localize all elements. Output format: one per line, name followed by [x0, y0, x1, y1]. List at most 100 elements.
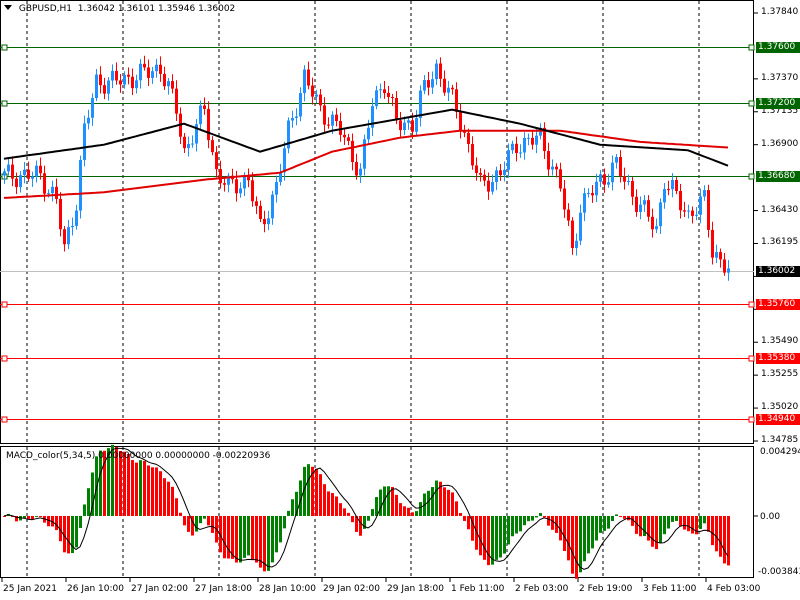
- macd-histogram-bar: [643, 515, 646, 537]
- bull-candle: [71, 225, 74, 228]
- macd-histogram-bar: [587, 515, 590, 554]
- bull-candle: [379, 89, 382, 91]
- bull-candle: [155, 64, 158, 72]
- bull-candle: [91, 98, 94, 118]
- level-handle-right: [748, 44, 755, 51]
- macd-histogram-bar: [427, 490, 430, 516]
- price-axis-label: 1.37840: [761, 7, 799, 17]
- bear-candle: [563, 188, 566, 210]
- bear-candle: [39, 165, 42, 174]
- macd-histogram-bar: [147, 465, 150, 516]
- level-handle-right: [748, 355, 755, 362]
- bull-candle: [283, 148, 286, 173]
- macd-histogram-bar: [719, 515, 722, 557]
- macd-histogram-bar: [451, 492, 454, 516]
- macd-histogram-bar: [271, 515, 274, 563]
- bear-candle: [99, 74, 102, 86]
- bull-candle: [615, 156, 618, 163]
- macd-histogram-bar: [503, 515, 506, 554]
- macd-axis-top: 0.0042947: [760, 447, 800, 457]
- bull-candle: [271, 194, 274, 219]
- macd-histogram-bar: [135, 462, 138, 516]
- macd-histogram-bar: [283, 515, 286, 529]
- level-price-tag: 1.37600: [756, 41, 800, 53]
- macd-histogram-bar: [139, 460, 142, 516]
- dropdown-triangle-icon[interactable]: [4, 5, 12, 10]
- bear-candle: [131, 76, 134, 89]
- macd-histogram-bar: [563, 515, 566, 552]
- bull-candle: [627, 180, 630, 182]
- bull-candle: [83, 123, 86, 160]
- macd-histogram-bar: [579, 515, 582, 573]
- macd-histogram-bar: [167, 481, 170, 516]
- level-handle-right: [748, 301, 755, 308]
- bull-candle: [191, 143, 194, 145]
- macd-histogram-bar: [131, 460, 134, 516]
- bear-candle: [11, 164, 14, 179]
- macd-histogram-bar: [247, 515, 250, 556]
- macd-histogram-bar: [683, 515, 686, 530]
- macd-histogram-bar: [543, 515, 546, 518]
- macd-histogram-bar: [163, 478, 166, 516]
- bull-candle: [267, 218, 270, 225]
- macd-histogram-bar: [179, 512, 182, 516]
- level-handle-left: [1, 355, 8, 362]
- macd-histogram-bar: [535, 515, 538, 518]
- bear-candle: [319, 94, 322, 106]
- bear-candle: [103, 85, 106, 94]
- chart-window[interactable]: GBPUSD,H1 1.36042 1.36101 1.35946 1.3600…: [0, 0, 800, 600]
- macd-histogram-bar: [391, 487, 394, 516]
- bear-candle: [215, 152, 218, 170]
- bear-candle: [43, 173, 46, 194]
- bull-candle: [359, 168, 362, 176]
- macd-histogram-bar: [567, 515, 570, 561]
- macd-histogram-bar: [647, 515, 650, 541]
- bear-candle: [531, 137, 534, 145]
- macd-histogram-bar: [651, 515, 654, 547]
- bear-candle: [311, 85, 314, 97]
- bull-candle: [491, 182, 494, 192]
- time-axis-label: 27 Jan 18:00: [195, 584, 252, 594]
- bear-candle: [307, 69, 310, 86]
- bear-candle: [343, 134, 346, 138]
- close-value: 1.36002: [198, 4, 236, 14]
- macd-histogram-bar: [359, 515, 362, 536]
- level-handle-right: [748, 173, 755, 180]
- price-axis-label: 1.36430: [761, 204, 799, 215]
- bear-candle: [675, 180, 678, 192]
- macd-histogram-bar: [487, 515, 490, 566]
- bear-candle: [383, 89, 386, 93]
- macd-histogram-bar: [319, 474, 322, 516]
- bull-candle: [579, 212, 582, 241]
- bull-candle: [611, 162, 614, 183]
- chart-canvas[interactable]: [0, 0, 800, 600]
- bear-candle: [59, 198, 62, 230]
- macd-histogram-bar: [227, 515, 230, 559]
- bull-candle: [79, 159, 82, 211]
- bear-candle: [707, 190, 710, 230]
- bull-candle: [523, 137, 526, 153]
- time-axis-label: 29 Jan 02:00: [323, 584, 380, 594]
- macd-histogram-bar: [723, 515, 726, 564]
- macd-histogram-bar: [419, 502, 422, 516]
- macd-histogram-bar: [711, 515, 714, 546]
- bear-candle: [443, 78, 446, 93]
- bull-candle: [575, 240, 578, 248]
- chart-title: GBPUSD,H1 1.36042 1.36101 1.35946 1.3600…: [4, 4, 235, 14]
- bear-candle: [235, 179, 238, 194]
- bull-candle: [447, 87, 450, 93]
- macd-histogram-bar: [607, 515, 610, 529]
- bear-candle: [175, 88, 178, 114]
- bear-candle: [559, 169, 562, 189]
- bull-candle: [727, 268, 730, 273]
- macd-histogram-bar: [171, 486, 174, 516]
- price-axis-label: 1.37370: [761, 72, 799, 83]
- macd-histogram-bar: [575, 515, 578, 579]
- macd-histogram-bar: [411, 512, 414, 516]
- bear-candle: [219, 169, 222, 184]
- level-price-tag: 1.36680: [756, 170, 800, 182]
- macd-histogram-bar: [615, 514, 618, 516]
- macd-histogram-bar: [387, 486, 390, 516]
- time-axis-label: 28 Jan 10:00: [259, 584, 316, 594]
- macd-histogram-bar: [207, 515, 210, 526]
